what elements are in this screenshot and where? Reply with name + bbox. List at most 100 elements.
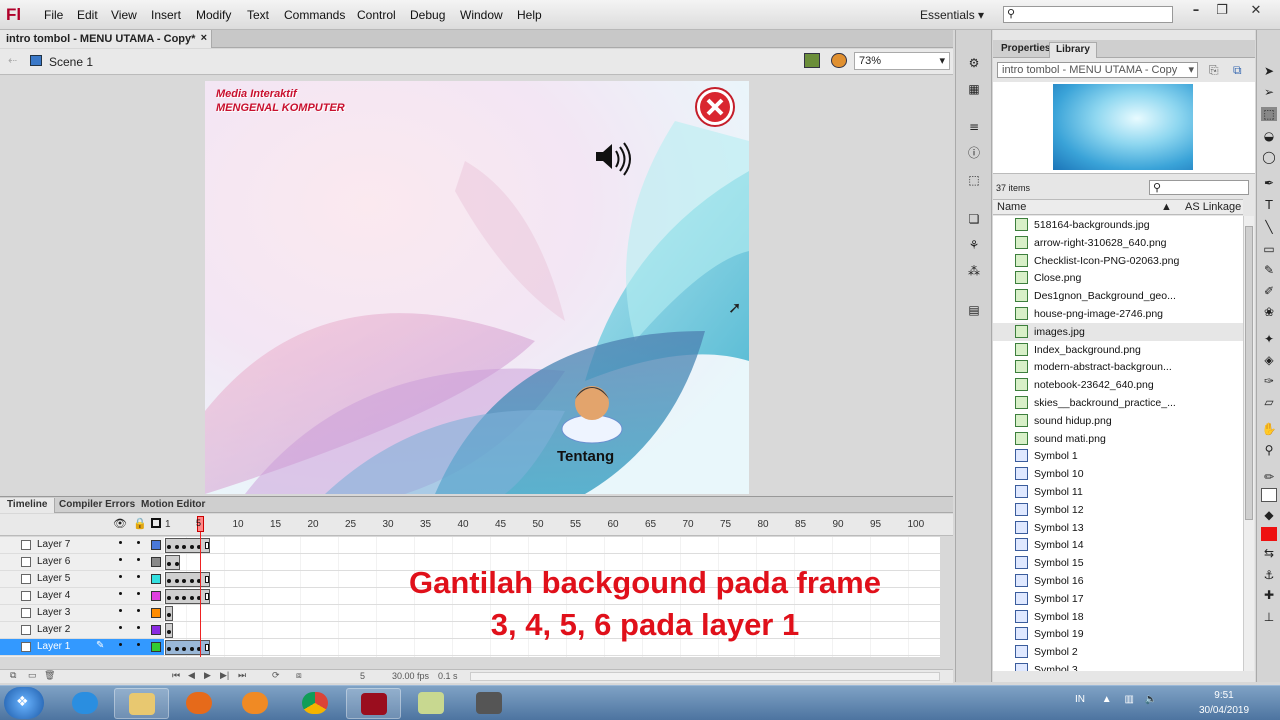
keyframe-dot[interactable]: [167, 579, 171, 583]
lock-dot[interactable]: [137, 575, 140, 578]
close-window-button[interactable]: ✕: [1244, 3, 1268, 21]
rectangle-tool-icon[interactable]: ▭: [1261, 242, 1277, 256]
keyframe-dot[interactable]: [204, 593, 209, 600]
document-tab[interactable]: intro tombol - MENU UTAMA - Copy* ×: [0, 30, 212, 48]
keyframe-dot[interactable]: [167, 562, 171, 566]
subselection-tool-icon[interactable]: ➢: [1261, 85, 1277, 99]
zoom-select[interactable]: 73% ▾: [854, 52, 950, 70]
taskbar-explorer[interactable]: [114, 688, 169, 719]
keyframe-dot[interactable]: [189, 647, 194, 651]
back-arrow-icon[interactable]: ⇠: [8, 54, 17, 67]
menu-item[interactable]: Commands: [284, 8, 345, 22]
menu-item[interactable]: View: [111, 8, 137, 22]
menu-item[interactable]: Text: [247, 8, 269, 22]
minimize-button[interactable]: –: [1184, 3, 1208, 21]
library-item[interactable]: Symbol 18: [993, 608, 1243, 626]
language-indicator[interactable]: IN: [1075, 694, 1085, 705]
paint-bucket-tool-icon[interactable]: ◈: [1261, 353, 1277, 367]
tentang-label[interactable]: Tentang: [557, 448, 614, 465]
library-item[interactable]: Index_background.png: [993, 341, 1243, 359]
help-search-input[interactable]: ⚲: [1003, 6, 1173, 23]
layer-row[interactable]: Layer 7: [0, 537, 164, 554]
layer-name[interactable]: Layer 6: [37, 556, 70, 567]
library-item[interactable]: Symbol 13: [993, 519, 1243, 537]
eraser-tool-icon[interactable]: ▱: [1261, 395, 1277, 409]
taskbar-recorder[interactable]: [462, 688, 517, 719]
library-item[interactable]: Symbol 3: [993, 661, 1243, 671]
layer-outline-swatch[interactable]: [151, 608, 161, 618]
eyedropper-tool-icon[interactable]: ✑: [1261, 374, 1277, 388]
tab-properties[interactable]: Properties: [995, 42, 1056, 58]
code-snippets-icon[interactable]: ❏: [966, 212, 982, 226]
menu-item[interactable]: Window: [460, 8, 503, 22]
keyframe-dot[interactable]: [167, 613, 171, 617]
layer-name[interactable]: Layer 3: [37, 607, 70, 618]
align-icon[interactable]: ≡: [966, 120, 982, 134]
lock-dot[interactable]: [137, 643, 140, 646]
layer-name[interactable]: Layer 7: [37, 539, 70, 550]
show-hidden-icon[interactable]: ▲: [1102, 694, 1112, 705]
keyframe-dot[interactable]: [189, 579, 194, 583]
project-icon[interactable]: ▤: [966, 303, 982, 317]
library-item[interactable]: modern-abstract-backgroun...: [993, 358, 1243, 376]
keyframe-dot[interactable]: [174, 647, 179, 651]
keyframe-dot[interactable]: [167, 596, 171, 600]
taskbar-notes[interactable]: [404, 688, 459, 719]
sound-toggle-button[interactable]: [593, 140, 629, 176]
new-layer-icon[interactable]: ⧉: [10, 670, 16, 681]
layer-row[interactable]: Layer 3: [0, 605, 164, 622]
keyframe-dot[interactable]: [204, 576, 209, 583]
sort-icon[interactable]: ▲: [1161, 201, 1172, 213]
keyframe-dot[interactable]: [182, 579, 186, 583]
network-icon[interactable]: ▥: [1124, 694, 1133, 705]
delete-layer-icon[interactable]: 🗑: [44, 670, 55, 681]
smooth-icon[interactable]: ✚: [1261, 588, 1277, 602]
edit-symbols-icon[interactable]: [831, 53, 847, 68]
taskbar-ie[interactable]: [58, 688, 113, 719]
fill-color-icon[interactable]: ◆: [1261, 508, 1277, 522]
outline-icon[interactable]: [151, 518, 161, 528]
taskbar-flash[interactable]: [346, 688, 401, 719]
column-linkage[interactable]: AS Linkage: [1185, 201, 1241, 213]
library-item[interactable]: Symbol 14: [993, 536, 1243, 554]
playhead[interactable]: [197, 516, 204, 657]
lock-dot[interactable]: [137, 541, 140, 544]
library-item[interactable]: Symbol 11: [993, 483, 1243, 501]
layer-name[interactable]: Layer 4: [37, 590, 70, 601]
layer-row[interactable]: Layer 5: [0, 571, 164, 588]
keyframe-dot[interactable]: [174, 579, 179, 583]
layer-outline-swatch[interactable]: [151, 557, 161, 567]
edit-scene-icon[interactable]: [804, 53, 820, 68]
tab-timeline[interactable]: Timeline: [0, 498, 56, 513]
straighten-icon[interactable]: ⊥: [1261, 610, 1277, 624]
3d-rotation-tool-icon[interactable]: ◒: [1261, 129, 1277, 143]
library-item[interactable]: arrow-right-310628_640.png: [993, 234, 1243, 252]
visibility-dot[interactable]: [119, 626, 122, 629]
keyframe-dot[interactable]: [174, 562, 179, 566]
components-icon[interactable]: ⚘: [966, 238, 982, 252]
library-item[interactable]: Symbol 1: [993, 447, 1243, 465]
step-back-icon[interactable]: ◀: [188, 670, 195, 681]
keyframe-dot[interactable]: [167, 630, 171, 634]
new-library-panel-icon[interactable]: ⧉: [1233, 63, 1242, 78]
pen-tool-icon[interactable]: ✒: [1261, 176, 1277, 190]
library-item[interactable]: Checklist-Icon-PNG-02063.png: [993, 252, 1243, 270]
stroke-color-icon[interactable]: ✏: [1261, 470, 1277, 484]
tab-motion-editor[interactable]: Motion Editor: [134, 498, 212, 513]
layer-outline-swatch[interactable]: [151, 642, 161, 652]
keyframe-dot[interactable]: [174, 596, 179, 600]
taskbar-chrome[interactable]: [288, 688, 343, 719]
step-forward-icon[interactable]: ▶|: [220, 670, 229, 681]
lock-dot[interactable]: [137, 609, 140, 612]
line-tool-icon[interactable]: ╲: [1261, 220, 1277, 234]
visibility-dot[interactable]: [119, 592, 122, 595]
lock-dot[interactable]: [137, 558, 140, 561]
scroll-thumb[interactable]: [1245, 226, 1253, 520]
frame-row[interactable]: [164, 537, 940, 554]
play-icon[interactable]: ▶: [204, 670, 211, 681]
start-button[interactable]: ❖: [4, 687, 44, 719]
maximize-button[interactable]: ❐: [1210, 3, 1234, 21]
keyframe-dot[interactable]: [204, 644, 209, 651]
stage-canvas[interactable]: [205, 81, 749, 494]
layer-name[interactable]: Layer 5: [37, 573, 70, 584]
